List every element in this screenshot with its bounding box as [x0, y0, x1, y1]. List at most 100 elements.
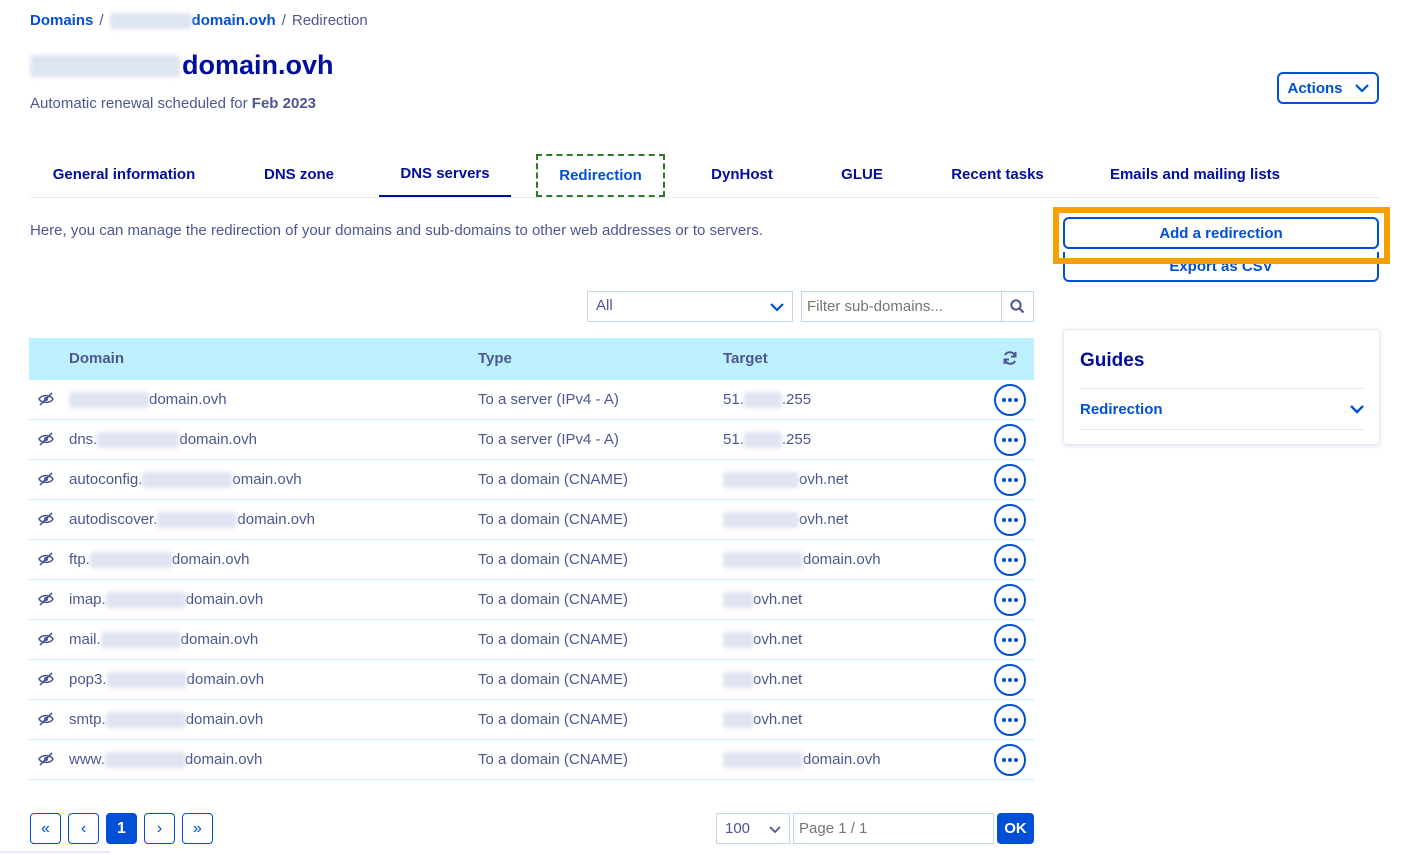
- more-options-icon: [1002, 518, 1006, 522]
- breadcrumb-separator: /: [281, 12, 286, 29]
- type-cell: To a domain (CNAME): [478, 631, 629, 648]
- redirections-table: Domain Type Target domain.ovh To a server…: [29, 338, 1034, 780]
- blurred-text: [69, 391, 149, 408]
- more-options-icon: [1008, 718, 1012, 722]
- domain-suffix: domain.ovh: [186, 671, 265, 688]
- more-options-icon: [1008, 398, 1012, 402]
- tab-emails-mailing-lists[interactable]: Emails and mailing lists: [1100, 152, 1290, 197]
- table-row: imap. domain.ovh To a domain (CNAME) ovh.ne…: [29, 580, 1034, 620]
- renewal-date: Feb 2023: [251, 95, 317, 112]
- more-options-icon: [1002, 598, 1006, 602]
- more-options-icon: [1008, 478, 1012, 482]
- search-icon: [1010, 299, 1025, 314]
- type-filter-select[interactable]: All: [587, 291, 793, 322]
- type-cell: To a server (IPv4 - A): [478, 391, 619, 408]
- previous-page-button[interactable]: ‹: [68, 813, 99, 844]
- search-button[interactable]: [1001, 291, 1034, 322]
- guide-item-redirection[interactable]: Redirection: [1080, 388, 1364, 430]
- tab-dynhost[interactable]: DynHost: [696, 152, 788, 197]
- next-page-button[interactable]: ›: [144, 813, 175, 844]
- renewal-prefix: Automatic renewal scheduled for: [30, 95, 252, 112]
- more-options-button[interactable]: [994, 464, 1026, 496]
- domain-cell: autoconfig. omain.ovh: [69, 471, 302, 488]
- breadcrumb-current: Redirection: [291, 12, 368, 29]
- table-row: www. domain.ovh To a domain (CNAME) domain.…: [29, 740, 1034, 780]
- table-row: mail. domain.ovh To a domain (CNAME) ovh.ne…: [29, 620, 1034, 660]
- page-number-input[interactable]: [793, 813, 994, 844]
- more-options-button[interactable]: [994, 424, 1026, 456]
- tab-label: General information: [52, 166, 196, 183]
- add-redirection-button[interactable]: Add a redirection: [1063, 217, 1379, 249]
- page-title-text: domain.ovh: [182, 50, 334, 80]
- more-options-icon: [1002, 638, 1006, 642]
- target-cell: domain.ovh: [723, 551, 881, 568]
- tab-label: Redirection: [559, 167, 642, 184]
- table-row: autoconfig. omain.ovh To a domain (CNAME) o…: [29, 460, 1034, 500]
- more-options-button[interactable]: [994, 704, 1026, 736]
- type-cell: To a server (IPv4 - A): [478, 431, 619, 448]
- blurred-text: [105, 711, 186, 728]
- more-options-icon: [1014, 678, 1018, 682]
- domain-prefix: autodiscover.: [69, 511, 158, 528]
- more-options-icon: [1014, 558, 1018, 562]
- last-page-button[interactable]: »: [182, 813, 213, 844]
- type-cell: To a domain (CNAME): [478, 551, 629, 568]
- domain-suffix: domain.ovh: [180, 631, 259, 648]
- more-options-icon: [1002, 558, 1006, 562]
- more-options-button[interactable]: [994, 624, 1026, 656]
- more-options-icon: [1014, 758, 1018, 762]
- more-options-button[interactable]: [994, 384, 1026, 416]
- page-1-button[interactable]: 1: [106, 813, 137, 844]
- tab-redirection[interactable]: Redirection: [536, 154, 665, 197]
- guide-item-label: Redirection: [1080, 400, 1163, 418]
- first-page-button[interactable]: «: [30, 813, 61, 844]
- chevron-down-icon: [769, 826, 781, 834]
- tab-glue[interactable]: GLUE: [826, 152, 898, 197]
- more-options-button[interactable]: [994, 744, 1026, 776]
- more-options-icon: [1002, 678, 1006, 682]
- items-per-page-value: 100: [725, 820, 751, 837]
- more-options-icon: [1008, 678, 1012, 682]
- more-options-button[interactable]: [994, 504, 1026, 536]
- breadcrumb-domain-label: domain.ovh: [191, 12, 276, 29]
- subdomain-filter-input[interactable]: [801, 291, 1002, 322]
- target-suffix: ovh.net: [753, 631, 803, 648]
- table-row: ftp. domain.ovh To a domain (CNAME) domain.…: [29, 540, 1034, 580]
- refresh-icon[interactable]: [1002, 350, 1018, 370]
- breadcrumb: Domains / domain.ovh / Redirection: [30, 12, 368, 29]
- domain-cell: autodiscover. domain.ovh: [69, 511, 315, 528]
- table-header: Domain Type Target: [29, 338, 1034, 380]
- target-suffix: domain.ovh: [803, 751, 881, 768]
- blurred-text: [743, 431, 782, 448]
- domain-prefix: ftp.: [69, 551, 90, 568]
- more-options-button[interactable]: [994, 584, 1026, 616]
- actions-button[interactable]: Actions: [1277, 72, 1379, 104]
- eye-slash-icon: [38, 672, 54, 690]
- tab-dns-zone[interactable]: DNS zone: [249, 152, 349, 197]
- tab-recent-tasks[interactable]: Recent tasks: [940, 152, 1055, 197]
- target-cell: ovh.net: [723, 711, 802, 728]
- tab-dns-servers[interactable]: DNS servers: [379, 152, 511, 197]
- blurred-text: [723, 671, 753, 688]
- more-options-button[interactable]: [994, 544, 1026, 576]
- domain-prefix: www.: [69, 751, 105, 768]
- domain-suffix: omain.ovh: [232, 471, 302, 488]
- column-header-target: Target: [723, 350, 768, 367]
- blurred-text: [30, 54, 180, 77]
- ok-button[interactable]: OK: [997, 813, 1034, 844]
- domain-cell: mail. domain.ovh: [69, 631, 258, 648]
- eye-slash-icon: [38, 592, 54, 610]
- target-suffix: domain.ovh: [803, 551, 881, 568]
- target-cell: ovh.net: [723, 471, 848, 488]
- target-suffix: ovh.net: [753, 591, 803, 608]
- tab-general-information[interactable]: General information: [30, 152, 218, 197]
- eye-slash-icon: [38, 392, 54, 410]
- column-header-domain: Domain: [69, 350, 125, 367]
- breadcrumb-domains-link[interactable]: Domains: [30, 12, 93, 29]
- items-per-page-select[interactable]: 100: [716, 813, 790, 844]
- chevron-down-icon: [1350, 404, 1364, 414]
- blurred-text: [723, 551, 803, 568]
- more-options-button[interactable]: [994, 664, 1026, 696]
- breadcrumb-domain-link[interactable]: domain.ovh: [109, 12, 276, 29]
- domain-prefix: imap.: [69, 591, 106, 608]
